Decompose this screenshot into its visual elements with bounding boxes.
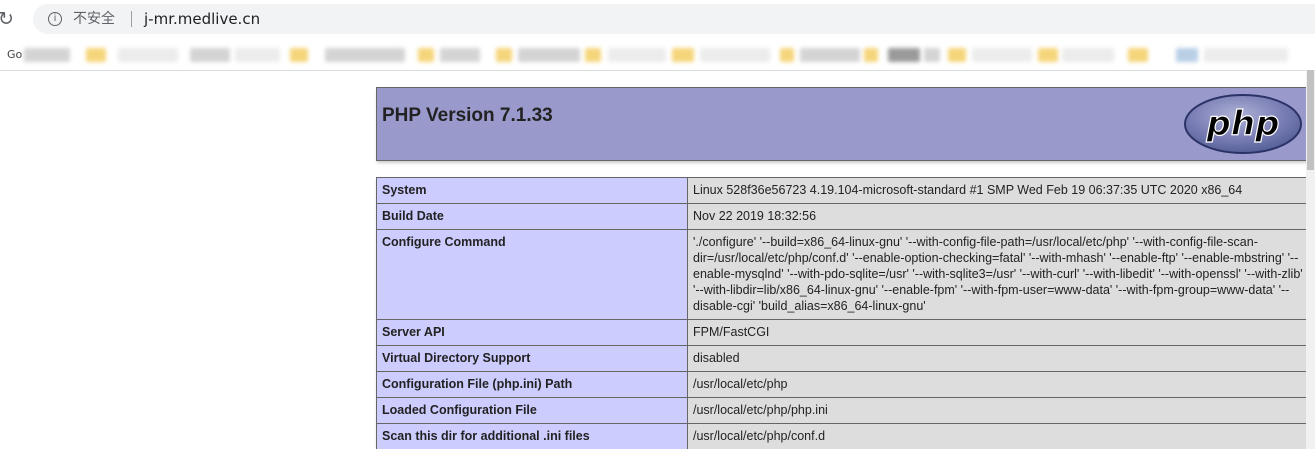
- table-row: Scan this dir for additional .ini files /…: [376, 423, 1306, 449]
- bookmark-item[interactable]: [924, 48, 940, 62]
- bookmark-item[interactable]: [888, 48, 920, 62]
- reload-icon[interactable]: ↻: [0, 9, 18, 29]
- bookmark-item[interactable]: [1204, 48, 1288, 62]
- bookmark-item[interactable]: [325, 48, 405, 62]
- security-label[interactable]: 不安全: [73, 10, 115, 28]
- bookmark-item[interactable]: [440, 48, 480, 62]
- table-value-cell: FPM/FastCGI: [687, 319, 1306, 346]
- table-key-cell: Configure Command: [376, 229, 688, 320]
- table-row: Server API FPM/FastCGI: [376, 319, 1306, 346]
- table-value-cell: Linux 528f36e56723 4.19.104-microsoft-st…: [687, 177, 1306, 204]
- table-value-cell: /usr/local/etc/php/conf.d: [687, 423, 1306, 449]
- table-key-cell: Server API: [376, 319, 688, 346]
- php-logo-text: php: [1206, 104, 1280, 144]
- page-content: PHP Version 7.1.33 php System Linux 528f3…: [0, 71, 1306, 449]
- bookmark-item[interactable]: [190, 48, 230, 62]
- table-value-cell: disabled: [687, 345, 1306, 372]
- bookmark-folder-icon[interactable]: [585, 48, 601, 62]
- table-row: Loaded Configuration File/usr/local/etc/…: [376, 397, 1306, 424]
- bookmark-folder-icon[interactable]: [780, 48, 794, 62]
- table-row: Virtual Directory Support disabled: [376, 345, 1306, 372]
- address-bar[interactable]: i 不安全 j-mr.medlive.cn: [33, 4, 1315, 34]
- bookmark-item[interactable]: [118, 48, 178, 62]
- bookmark-item[interactable]: [518, 48, 580, 62]
- bookmark-folder-icon[interactable]: [1128, 48, 1148, 62]
- table-key-cell: Configuration File (php.ini) Path: [376, 371, 688, 398]
- bookmark-folder-icon[interactable]: [1038, 48, 1058, 62]
- table-key-cell: Build Date: [376, 203, 688, 230]
- table-row: Configuration File (php.ini) Path/usr/lo…: [376, 371, 1306, 398]
- bookmark-item[interactable]: [235, 48, 280, 62]
- bookmark-folder-icon[interactable]: [86, 48, 106, 62]
- bookmark-folder-icon[interactable]: [418, 48, 434, 62]
- php-logo[interactable]: php: [1183, 93, 1303, 155]
- omnibox-divider: [131, 11, 132, 27]
- scrollbar[interactable]: [1306, 70, 1315, 449]
- bookmark-item[interactable]: [800, 48, 860, 62]
- table-key-cell: Loaded Configuration File: [376, 397, 688, 424]
- bookmark-folder-icon[interactable]: [948, 48, 966, 62]
- bookmark-item[interactable]: [608, 48, 666, 62]
- bookmark-folder-icon[interactable]: [290, 48, 308, 62]
- table-key-cell: Scan this dir for additional .ini files: [376, 423, 688, 449]
- info-icon[interactable]: i: [48, 12, 62, 26]
- bookmarks-bar: Go: [0, 40, 1315, 71]
- table-row: Configure Command './configure' '--build=…: [376, 229, 1306, 320]
- table-value-cell: /usr/local/etc/php/php.ini: [687, 397, 1306, 424]
- page-title: PHP Version 7.1.33: [382, 105, 553, 126]
- browser-toolbar: ↻ i 不安全 j-mr.medlive.cn: [0, 0, 1315, 40]
- bookmark-item[interactable]: [972, 48, 1032, 62]
- php-header: PHP Version 7.1.33 php: [376, 87, 1306, 161]
- scrollbar-thumb[interactable]: [1307, 70, 1314, 170]
- bookmark-item[interactable]: [24, 48, 70, 62]
- table-key-cell: System: [376, 177, 688, 204]
- table-value-cell: Nov 22 2019 18:32:56: [687, 203, 1306, 230]
- url-text[interactable]: j-mr.medlive.cn: [144, 9, 260, 29]
- table-row: System Linux 528f36e56723 4.19.104-micros…: [376, 177, 1306, 204]
- table-key-cell: Virtual Directory Support: [376, 345, 688, 372]
- bookmark-folder-icon[interactable]: [864, 48, 878, 62]
- bookmark-folder-icon[interactable]: [672, 48, 694, 62]
- bookmark-item[interactable]: [700, 48, 770, 62]
- bookmark-folder-icon[interactable]: [496, 48, 512, 62]
- bookmark-item[interactable]: [1062, 48, 1114, 62]
- bookmark-item[interactable]: Go: [7, 48, 22, 62]
- table-value-cell: /usr/local/etc/php: [687, 371, 1306, 398]
- php-info-table: System Linux 528f36e56723 4.19.104-micros…: [376, 177, 1306, 449]
- bookmark-favicon[interactable]: [1176, 48, 1198, 62]
- table-value-cell: './configure' '--build=x86_64-linux-gnu'…: [687, 229, 1306, 320]
- table-row: Build Date Nov 22 2019 18:32:56: [376, 203, 1306, 230]
